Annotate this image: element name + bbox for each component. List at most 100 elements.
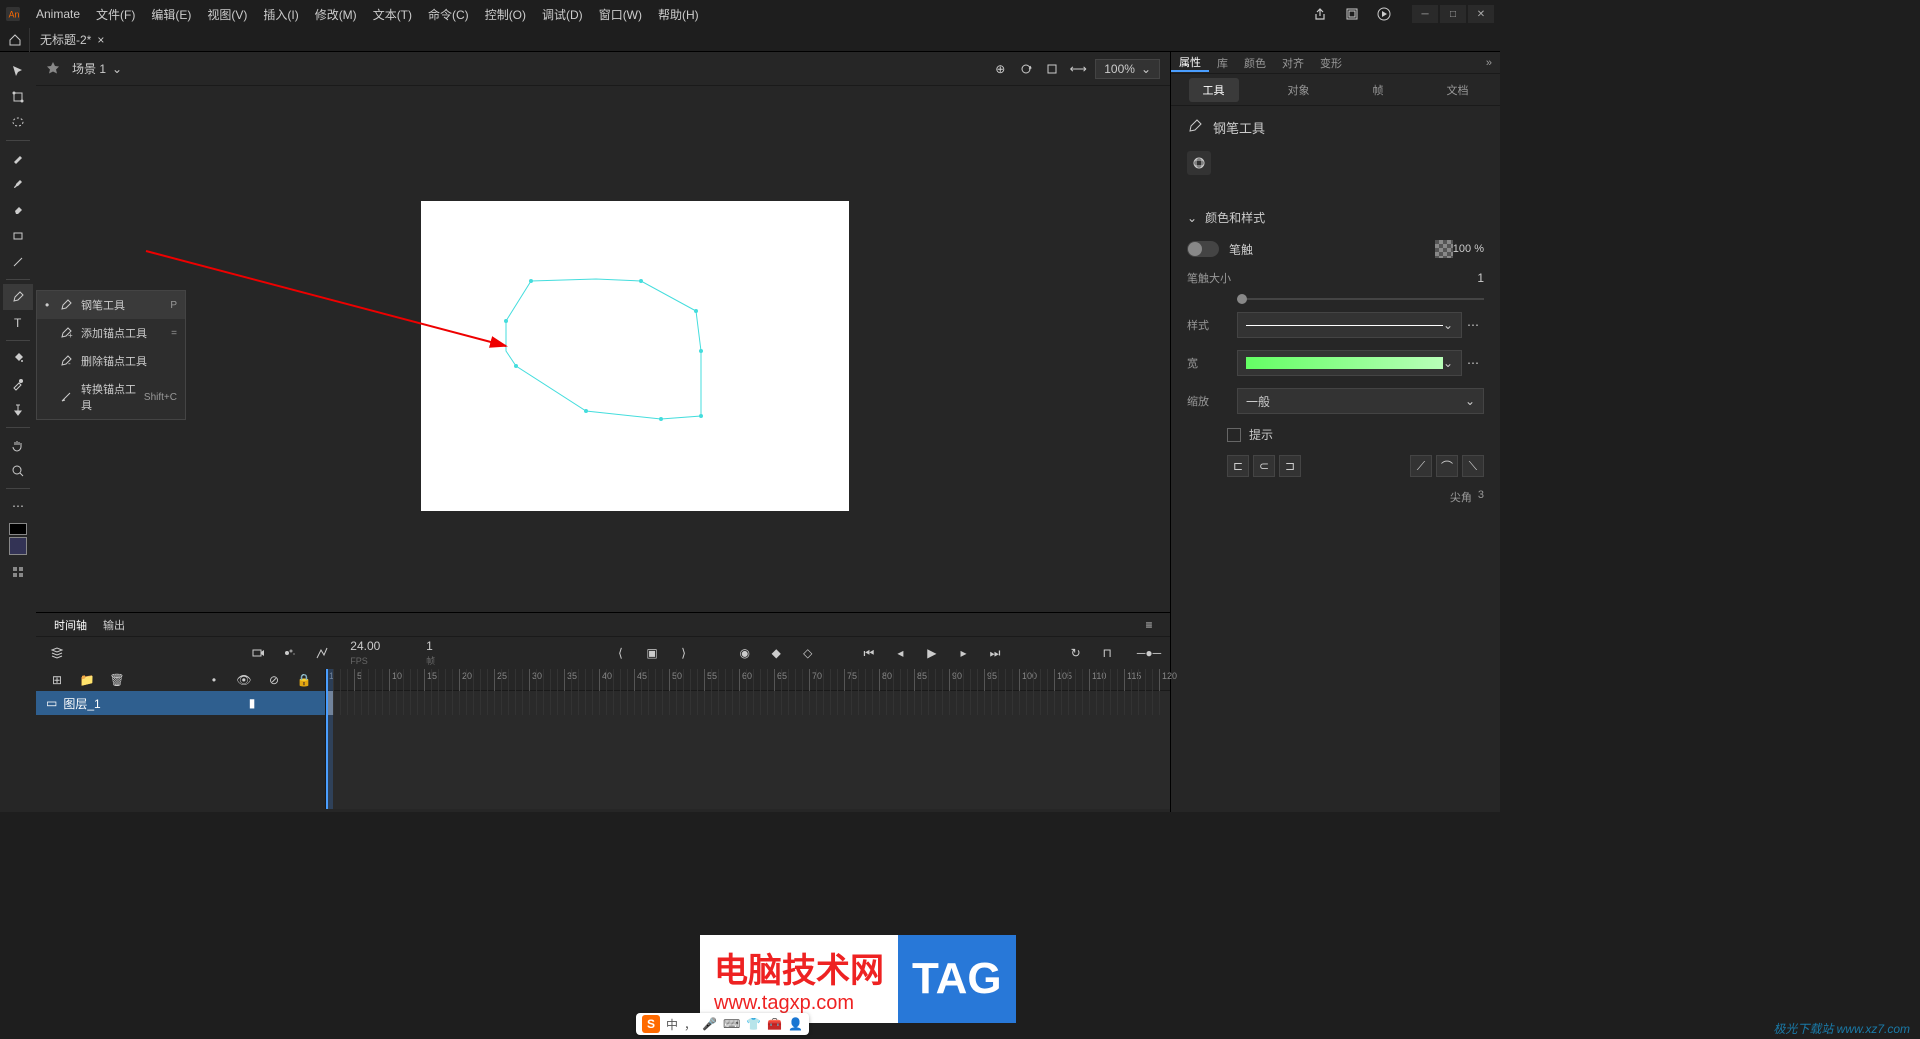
new-layer-icon[interactable]: ⊞ — [46, 669, 68, 691]
zoom-level[interactable]: 100% ⌄ — [1095, 59, 1160, 79]
lasso-tool[interactable] — [3, 110, 33, 136]
loop-icon[interactable]: ↻ — [1065, 642, 1087, 664]
zoom-tool[interactable] — [3, 458, 33, 484]
stroke-size-value[interactable]: 1 — [1477, 271, 1484, 285]
lock-icon[interactable]: 🔒 — [293, 669, 315, 691]
rectangle-tool[interactable] — [3, 223, 33, 249]
prev-icon[interactable]: ⟨ — [610, 642, 632, 664]
join-bevel-icon[interactable]: ⟍ — [1462, 455, 1484, 477]
maximize-button[interactable]: □ — [1440, 5, 1466, 23]
play-button[interactable]: ▶ — [921, 642, 943, 664]
flyout-convert-anchor[interactable]: 转换锚点工具 Shift+C — [37, 375, 185, 419]
onion-skin-icon[interactable]: ◉ — [734, 642, 756, 664]
keyframe-icon[interactable]: ◆ — [765, 642, 787, 664]
panel-tab-transform[interactable]: 变形 — [1312, 55, 1350, 71]
ime-toolbox-icon[interactable]: 🧰 — [767, 1017, 782, 1031]
stage-area[interactable] — [36, 86, 1170, 612]
center-stage-icon[interactable]: ⊕ — [989, 58, 1011, 80]
eraser-tool[interactable] — [3, 197, 33, 223]
paint-bucket-tool[interactable] — [3, 345, 33, 371]
subtab-tool[interactable]: 工具 — [1189, 78, 1239, 102]
stroke-toggle[interactable] — [1187, 241, 1219, 257]
span-icon[interactable]: ⊓ — [1096, 642, 1118, 664]
visibility-icon[interactable]: 👁 — [233, 669, 255, 691]
ime-keyboard-icon[interactable]: ⌨ — [723, 1017, 740, 1031]
minimize-button[interactable]: ─ — [1412, 5, 1438, 23]
menu-help[interactable]: 帮助(H) — [650, 6, 707, 23]
scale-dropdown[interactable]: 一般 ⌄ — [1237, 388, 1484, 414]
pen-tool[interactable] — [3, 284, 33, 310]
free-transform-tool[interactable] — [3, 84, 33, 110]
cap-none-icon[interactable]: ⊏ — [1227, 455, 1249, 477]
subtab-document[interactable]: 文档 — [1433, 78, 1483, 102]
zoom-slider-icon[interactable]: ─●─ — [1138, 642, 1160, 664]
step-back-icon[interactable]: ◂ — [890, 642, 912, 664]
layer-name[interactable]: 图层_1 — [63, 695, 100, 712]
subtab-object[interactable]: 对象 — [1274, 78, 1324, 102]
hint-checkbox[interactable] — [1227, 428, 1241, 442]
menu-edit[interactable]: 编辑(E) — [143, 6, 199, 23]
fill-color-swatch[interactable] — [9, 537, 27, 555]
join-round-icon[interactable]: ⌒ — [1436, 455, 1458, 477]
menu-file[interactable]: 文件(F) — [88, 6, 143, 23]
zoom-chevron-icon[interactable]: ⌄ — [1141, 62, 1151, 76]
menu-control[interactable]: 控制(O) — [477, 6, 534, 23]
cap-square-icon[interactable]: ⊐ — [1279, 455, 1301, 477]
close-button[interactable]: ✕ — [1468, 5, 1494, 23]
timeline-tab[interactable]: 时间轴 — [46, 617, 95, 633]
style-dropdown[interactable]: ⌄ — [1237, 312, 1462, 338]
flyout-delete-anchor[interactable]: - 删除锚点工具 — [37, 347, 185, 375]
new-folder-icon[interactable]: 📁 — [76, 669, 98, 691]
next-icon[interactable]: ⟩ — [673, 642, 695, 664]
step-forward-icon[interactable]: ▸ — [953, 642, 975, 664]
panel-tab-library[interactable]: 库 — [1209, 55, 1236, 71]
clip-stage-icon[interactable] — [1041, 58, 1063, 80]
layers-icon[interactable] — [46, 642, 68, 664]
frame-track[interactable] — [326, 691, 1170, 715]
ime-lang[interactable]: 中 — [666, 1016, 678, 1033]
menu-insert[interactable]: 插入(I) — [255, 6, 306, 23]
cap-round-icon[interactable]: ⊂ — [1253, 455, 1275, 477]
menu-view[interactable]: 视图(V) — [199, 6, 255, 23]
blank-keyframe-icon[interactable]: ◇ — [797, 642, 819, 664]
flyout-add-anchor[interactable]: + 添加锚点工具 = — [37, 319, 185, 347]
options-grid-icon[interactable] — [3, 559, 33, 585]
home-icon[interactable] — [0, 28, 30, 52]
edit-toolbar-icon[interactable]: ⋯ — [3, 493, 33, 519]
share-icon[interactable] — [1310, 4, 1330, 24]
goto-last-icon[interactable]: ⏭ — [984, 642, 1006, 664]
panel-tab-color[interactable]: 颜色 — [1236, 55, 1274, 71]
menu-debug[interactable]: 调试(D) — [534, 6, 591, 23]
graph-icon[interactable] — [311, 642, 333, 664]
menu-command[interactable]: 命令(C) — [420, 6, 477, 23]
width-more-icon[interactable]: ⋯ — [1462, 352, 1484, 374]
delete-layer-icon[interactable]: 🗑 — [106, 669, 128, 691]
scene-icon[interactable] — [46, 60, 60, 77]
width-dropdown[interactable]: ⌄ — [1237, 350, 1462, 376]
object-drawing-toggle[interactable] — [1187, 151, 1211, 175]
camera-icon[interactable] — [248, 642, 270, 664]
output-tab[interactable]: 输出 — [95, 617, 133, 633]
fit-stage-icon[interactable]: ⟷ — [1067, 58, 1089, 80]
line-tool[interactable] — [3, 249, 33, 275]
outline-icon[interactable]: ⊘ — [263, 669, 285, 691]
panel-collapse-icon[interactable]: » — [1478, 57, 1500, 69]
panel-tab-align[interactable]: 对齐 — [1274, 55, 1312, 71]
corner-value[interactable]: 3 — [1478, 489, 1484, 505]
stroke-checker-icon[interactable] — [1435, 240, 1453, 258]
insert-frame-icon[interactable]: ▣ — [641, 642, 663, 664]
ime-punct-icon[interactable]: ， — [684, 1016, 696, 1033]
play-icon[interactable] — [1374, 4, 1394, 24]
stroke-opacity[interactable]: 100 % — [1453, 243, 1484, 255]
scene-chevron-icon[interactable]: ⌄ — [112, 62, 122, 76]
current-frame[interactable]: 1 — [426, 639, 433, 653]
join-miter-icon[interactable]: ⟋ — [1410, 455, 1432, 477]
style-more-icon[interactable]: ⋯ — [1462, 314, 1484, 336]
stroke-color-swatch[interactable] — [9, 523, 27, 535]
timeline-menu-icon[interactable]: ≡ — [1138, 614, 1160, 636]
highlight-icon[interactable]: • — [203, 669, 225, 691]
panel-tab-properties[interactable]: 属性 — [1171, 54, 1209, 72]
subtab-frame[interactable]: 帧 — [1359, 78, 1398, 102]
document-tab-close-icon[interactable]: × — [97, 33, 104, 47]
ime-bar[interactable]: S 中 ， 🎤 ⌨ 👕 🧰 👤 — [636, 1013, 809, 1035]
